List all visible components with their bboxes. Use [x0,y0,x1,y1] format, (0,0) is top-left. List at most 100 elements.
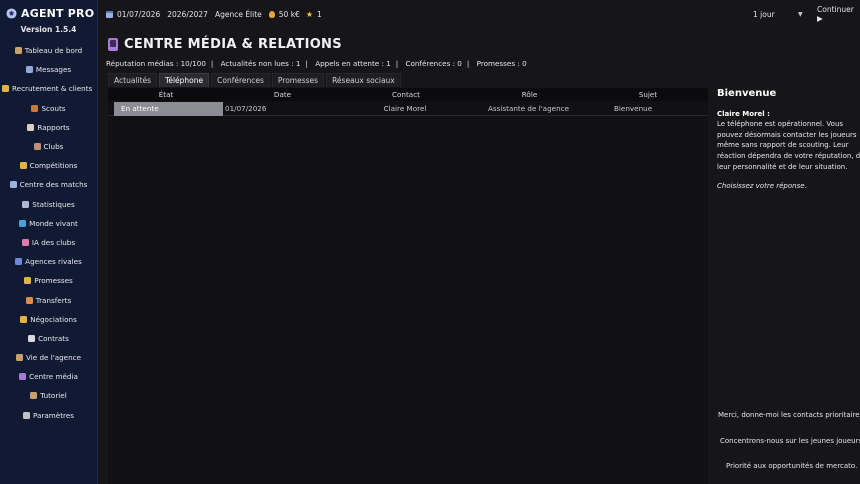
scout-icon [31,104,39,112]
handshake-icon [2,85,9,93]
money: 50 k€ [278,9,300,19]
sidebar-item-label: IA des clubs [31,237,76,247]
star-icon: ★ [305,9,313,19]
column-header-role[interactable]: Rôle [471,90,588,99]
sidebar-item-8[interactable]: Centre des matchs [0,175,97,194]
stat-conferences: Conférences : 0 [405,59,462,68]
negotiation-icon [20,315,28,323]
rival-icon [15,258,23,266]
trophy-icon [19,162,27,170]
call-message: Le téléphone est opérationnel. Vous pouv… [717,120,860,171]
sidebar-item-7[interactable]: Compétitions [0,156,97,175]
column-header-contact[interactable]: Contact [341,90,471,99]
sidebar-item-label: Tutoriel [40,391,67,401]
response-option-transfer-opportunities[interactable]: Priorité aux opportunités de mercato. [726,462,857,470]
tab-2[interactable]: Téléphone [159,73,210,87]
stat-promises: Promesses : 0 [476,59,527,68]
sidebar-item-10[interactable]: Monde vivant [0,214,97,233]
sidebar-item-11[interactable]: IA des clubs [0,233,97,252]
sidebar-item-label: Paramètres [33,410,74,420]
tab-4[interactable]: Promesses [271,73,325,87]
table-row[interactable]: En attente 01/07/2026 Claire Morel Assis… [108,101,708,116]
table-header: État Date Contact Rôle Sujet [108,88,708,101]
sidebar-item-5[interactable]: Rapports [0,118,97,137]
ball-icon [9,181,17,189]
sidebar-item-label: Négociations [30,314,77,324]
response-option-young-players[interactable]: Concentrons-nous sur les jeunes joueurs. [720,437,860,445]
cell-role: Assistante de l'agence [487,104,569,113]
sidebar-item-label: Contrats [38,333,69,343]
agency-name: Agence Élite [214,9,262,19]
page-title: CENTRE MÉDIA & RELATIONS [124,37,342,52]
season: 2026/2027 [167,9,208,19]
money-icon [268,10,275,18]
cell-contact: Claire Morel [383,104,427,113]
sidebar-item-label: Vie de l'agence [25,353,82,363]
gear-icon [23,411,30,419]
sidebar-item-15[interactable]: Négociations [0,310,97,329]
sidebar-item-label: Centre média [29,372,78,382]
calls-table: État Date Contact Rôle Sujet En attente … [108,88,708,484]
sidebar-item-label: Monde vivant [29,218,78,228]
sidebar-item-3[interactable]: Recrutement & clients [0,79,97,98]
column-header-state[interactable]: État [108,90,224,99]
chart-icon [22,200,30,208]
sidebar-item-1[interactable]: Tableau de bord [0,41,97,60]
speed-select[interactable]: 1 jour [753,10,775,19]
sidebar-item-label: Scouts [41,103,66,113]
sidebar-nav: Tableau de bord Messages Recrutement & cli… [0,41,97,425]
briefcase-icon [14,47,22,55]
mail-icon [25,66,33,74]
app-version: Version 1.5.4 [20,25,77,34]
sidebar-item-14[interactable]: Transferts [0,290,97,309]
sidebar-item-16[interactable]: Contrats [0,329,97,348]
call-speaker: Claire Morel : [717,110,770,118]
stadium-icon [33,143,41,151]
response-option-priority-contacts[interactable]: Merci, donne-moi les contacts prioritair… [718,411,860,419]
sidebar-item-12[interactable]: Agences rivales [0,252,97,271]
sidebar-item-label: Recrutement & clients [12,84,93,94]
tab-3[interactable]: Conférences [211,73,270,87]
response-prompt: Choisissez votre réponse. [717,181,807,190]
promise-icon [24,277,32,285]
tab-5[interactable]: Réseaux sociaux [326,73,401,87]
sidebar-item-label: Rapports [37,122,70,132]
cell-date: 01/07/2026 [225,104,267,113]
sidebar-item-19[interactable]: Tutoriel [0,386,97,405]
media-stats: Réputation médias : 10/100 | Actualités n… [106,59,527,68]
page-header: CENTRE MÉDIA & RELATIONS [108,37,342,52]
column-header-subject[interactable]: Sujet [588,90,708,99]
sidebar-item-20[interactable]: Paramètres [0,406,97,425]
sidebar-item-13[interactable]: Promesses [0,271,97,290]
stars-count: 1 [317,9,322,19]
continue-button[interactable]: Continuer ▶ [817,5,860,23]
sidebar-item-17[interactable]: Vie de l'agence [0,348,97,367]
sidebar: AGENT PRO Version 1.5.4 Tableau de bord M… [0,0,98,484]
tab-1[interactable]: Actualités [108,73,158,87]
sidebar-item-2[interactable]: Messages [0,60,97,79]
sidebar-item-label: Messages [35,65,72,75]
person-icon [15,354,23,362]
stat-reputation: Réputation médias : 10/100 [106,59,206,68]
call-detail-panel: Bienvenue Claire Morel : Le téléphone es… [710,88,860,484]
phone-icon [108,38,118,51]
sidebar-item-label: Promesses [34,276,73,286]
chevron-down-icon[interactable]: ▼ [798,11,803,18]
tab-bar: Actualités Téléphone Conférences Promesses R… [108,73,401,87]
sidebar-item-label: Tableau de bord [24,46,83,56]
brain-icon [21,238,29,246]
sidebar-item-label: Agences rivales [25,257,82,267]
app-name: AGENT PRO [21,7,95,20]
sidebar-item-4[interactable]: Scouts [0,99,97,118]
sidebar-item-18[interactable]: Centre média [0,367,97,386]
book-icon [30,392,38,400]
stat-unread-news: Actualités non lues : 1 [220,59,301,68]
sidebar-item-6[interactable]: Clubs [0,137,97,156]
column-header-date[interactable]: Date [224,90,341,99]
sidebar-item-label: Statistiques [32,199,75,209]
sidebar-item-label: Transferts [35,295,72,305]
sidebar-item-label: Centre des matchs [19,180,88,190]
cell-subject: Bienvenue [614,104,653,113]
stat-pending-calls: Appels en attente : 1 [315,59,391,68]
sidebar-item-9[interactable]: Statistiques [0,195,97,214]
